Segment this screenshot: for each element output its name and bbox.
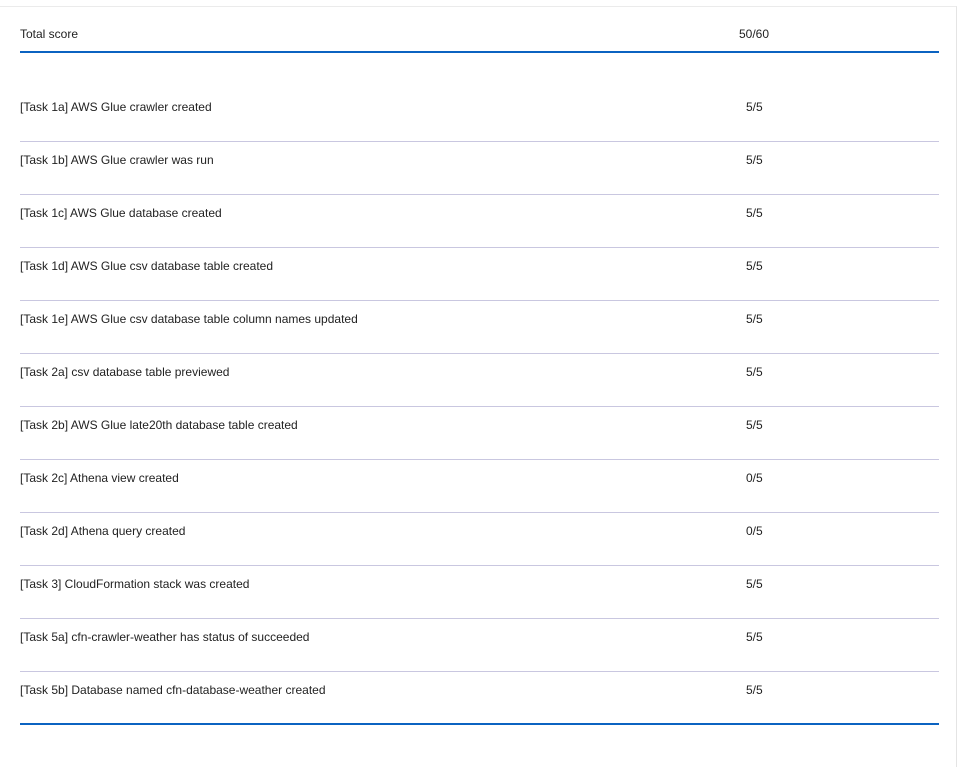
- task-label: [Task 2d] Athena query created: [20, 524, 186, 538]
- task-score: 5/5: [746, 630, 763, 644]
- task-score: 5/5: [746, 418, 763, 432]
- task-row: [Task 5b] Database named cfn-database-we…: [20, 672, 939, 725]
- task-score-list: [Task 1a] AWS Glue crawler created 5/5 [Ta…: [20, 89, 939, 725]
- task-label: [Task 5a] cfn-crawler-weather has status…: [20, 630, 310, 644]
- task-row: [Task 5a] cfn-crawler-weather has status…: [20, 619, 939, 672]
- task-row: [Task 2d] Athena query created 0/5: [20, 513, 939, 566]
- task-score: 5/5: [746, 365, 763, 379]
- task-label: [Task 1a] AWS Glue crawler created: [20, 100, 212, 114]
- task-row: [Task 2c] Athena view created 0/5: [20, 460, 939, 513]
- task-label: [Task 2c] Athena view created: [20, 471, 179, 485]
- task-row: [Task 2b] AWS Glue late20th database tab…: [20, 407, 939, 460]
- task-score: 0/5: [746, 471, 763, 485]
- task-label: [Task 1c] AWS Glue database created: [20, 206, 222, 220]
- task-row: [Task 1b] AWS Glue crawler was run 5/5: [20, 142, 939, 195]
- task-row: [Task 3] CloudFormation stack was create…: [20, 566, 939, 619]
- total-score-row: Total score 50/60: [20, 20, 939, 53]
- task-row: [Task 1c] AWS Glue database created 5/5: [20, 195, 939, 248]
- total-score-value: 50/60: [739, 27, 770, 41]
- task-label: [Task 1d] AWS Glue csv database table cr…: [20, 259, 274, 273]
- task-label: [Task 5b] Database named cfn-database-we…: [20, 683, 326, 697]
- task-score: 5/5: [746, 577, 763, 591]
- task-label: [Task 3] CloudFormation stack was create…: [20, 577, 250, 591]
- task-score: 5/5: [746, 206, 763, 220]
- task-score: 5/5: [746, 259, 763, 273]
- task-score: 5/5: [746, 312, 763, 326]
- task-row: [Task 1a] AWS Glue crawler created 5/5: [20, 89, 939, 142]
- task-label: [Task 1e] AWS Glue csv database table co…: [20, 312, 358, 326]
- task-label: [Task 2b] AWS Glue late20th database tab…: [20, 418, 298, 432]
- total-score-label: Total score: [20, 27, 79, 41]
- task-score: 5/5: [746, 683, 763, 697]
- task-score: 0/5: [746, 524, 763, 538]
- task-label: [Task 1b] AWS Glue crawler was run: [20, 153, 214, 167]
- task-row: [Task 1d] AWS Glue csv database table cr…: [20, 248, 939, 301]
- task-row: [Task 2a] csv database table previewed 5/…: [20, 354, 939, 407]
- task-score: 5/5: [746, 100, 763, 114]
- task-score: 5/5: [746, 153, 763, 167]
- task-label: [Task 2a] csv database table previewed: [20, 365, 230, 379]
- task-row: [Task 1e] AWS Glue csv database table co…: [20, 301, 939, 354]
